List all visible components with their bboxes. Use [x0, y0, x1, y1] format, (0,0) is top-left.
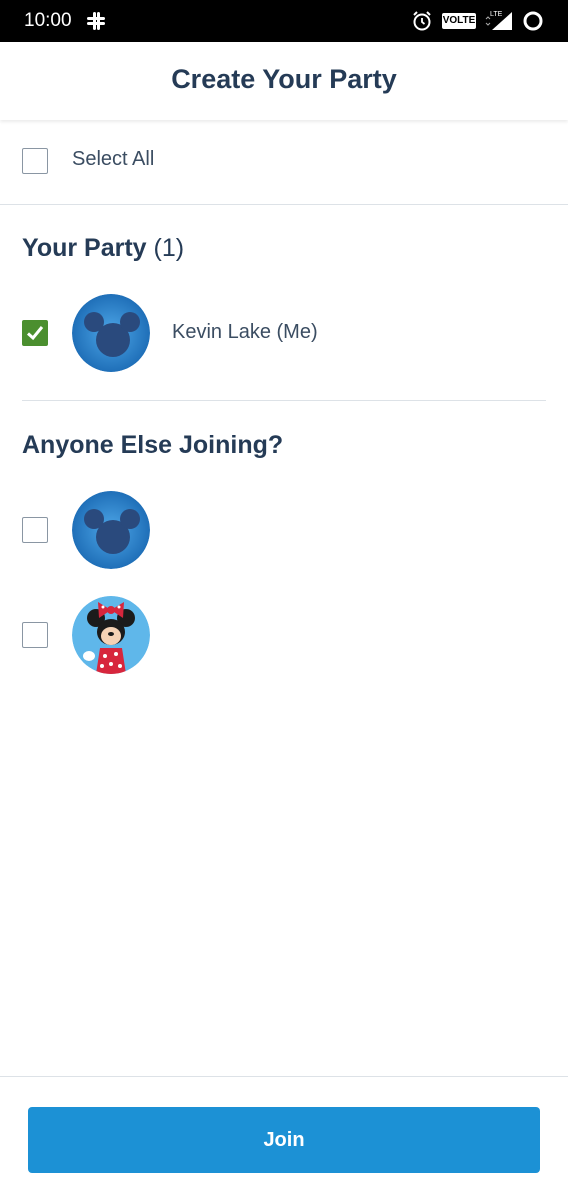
section-divider — [22, 400, 546, 401]
page-title: Create Your Party — [171, 64, 397, 94]
avatar-guest-1 — [72, 491, 150, 569]
avatar-guest-2 — [72, 596, 150, 674]
volte-badge: VOLTE — [442, 13, 476, 29]
mickey-silhouette-icon — [72, 491, 150, 569]
lte-signal-icon: LTE — [485, 11, 512, 30]
select-all-row[interactable]: Select All — [0, 120, 568, 205]
member-checkbox-guest-1[interactable] — [22, 517, 48, 543]
your-party-heading: Your Party (1) — [22, 234, 184, 263]
alarm-icon — [413, 11, 431, 31]
avatar-kevin — [72, 294, 150, 372]
select-all-label: Select All — [72, 148, 155, 170]
member-checkbox-guest-2[interactable] — [22, 622, 48, 648]
footer: Join — [0, 1076, 568, 1201]
your-party-count: (1) — [153, 234, 185, 262]
mickey-silhouette-icon — [72, 294, 150, 372]
slack-icon — [87, 12, 105, 30]
circle-icon — [523, 11, 543, 31]
join-button[interactable]: Join — [28, 1107, 540, 1173]
checkmark-icon — [26, 326, 44, 341]
app-header: Create Your Party — [0, 42, 568, 120]
member-name-kevin: Kevin Lake (Me) — [172, 321, 318, 343]
status-time: 10:00 — [24, 10, 72, 31]
svg-text:LTE: LTE — [490, 11, 503, 18]
others-heading: Anyone Else Joining? — [22, 431, 284, 459]
minnie-mouse-icon — [72, 596, 150, 674]
member-checkbox-kevin[interactable] — [22, 320, 48, 346]
select-all-checkbox[interactable] — [22, 148, 48, 174]
your-party-title: Your Party — [22, 234, 147, 262]
status-bar: 10:00 VOLTE LTE — [0, 0, 568, 42]
